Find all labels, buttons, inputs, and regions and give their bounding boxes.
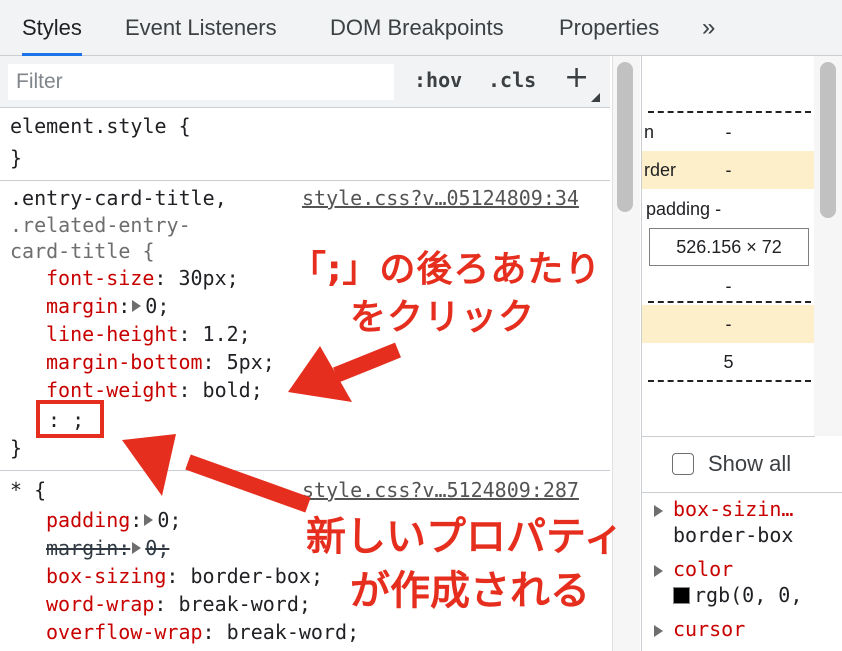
box-model-padding-row[interactable]: padding - [642, 190, 815, 228]
color-value: rgb(0, 0, [694, 583, 803, 607]
hov-toggle-button[interactable]: :hov [414, 68, 462, 92]
color-swatch-icon[interactable] [673, 587, 690, 604]
property-value[interactable]: border-box [191, 564, 311, 588]
computed-property-name[interactable]: cursor [673, 617, 745, 641]
expand-triangle-icon[interactable] [654, 505, 663, 517]
expand-triangle-icon[interactable] [132, 542, 142, 554]
property-value[interactable]: 0 [145, 536, 157, 560]
border-edge [648, 301, 811, 303]
box-model-content[interactable]: 526.156 × 72 [649, 228, 809, 266]
box-model-margin-row[interactable]: n - [642, 113, 815, 151]
show-all-checkbox[interactable] [672, 453, 694, 475]
box-model-border-bottom-row[interactable]: - [642, 305, 815, 343]
property-name[interactable]: font-size [46, 266, 154, 290]
declaration-line-height[interactable]: line-height: 1.2; [46, 320, 251, 348]
cls-toggle-button[interactable]: .cls [488, 68, 536, 92]
property-name[interactable]: box-sizing [46, 564, 166, 588]
box-model-padding-bottom-row[interactable]: - [642, 267, 815, 305]
margin-bottom-edge [648, 380, 811, 382]
property-name[interactable]: font-weight [46, 378, 178, 402]
padding-label: padding - [646, 199, 722, 219]
show-all-label: Show all [708, 451, 792, 476]
corner-triangle-icon [591, 93, 600, 102]
property-value[interactable]: 1.2 [203, 322, 239, 346]
box-model-margin-bottom-row[interactable]: 5 [642, 343, 815, 381]
expand-triangle-icon[interactable] [144, 514, 154, 526]
computed-property-value: rgb(0, 0, [673, 583, 802, 607]
property-value[interactable]: bold [203, 378, 251, 402]
computed-property-value: border-box [673, 523, 794, 547]
annotation-click-line1: 「;」の後ろあたり [290, 249, 602, 290]
filter-input[interactable] [8, 64, 394, 100]
property-name[interactable]: word-wrap [46, 592, 154, 616]
border-top-value[interactable]: - [642, 151, 815, 189]
property-name[interactable]: line-height [46, 322, 178, 346]
tab-properties[interactable]: Properties [559, 0, 659, 55]
rule-divider [0, 470, 610, 471]
expand-triangle-icon[interactable] [132, 300, 142, 312]
property-name[interactable]: margin [46, 294, 118, 318]
margin-bottom-value[interactable]: 5 [642, 343, 815, 381]
styles-toolbar: :hov .cls + [0, 56, 610, 108]
annotation-new-line2: が作成される [350, 568, 590, 614]
tab-event-listeners[interactable]: Event Listeners [125, 0, 277, 55]
declaration-padding[interactable]: padding: 0; [46, 506, 181, 534]
rule-selector[interactable]: .entry-card-title, [10, 184, 227, 212]
panel-tab-bar: Styles Event Listeners DOM Breakpoints P… [0, 0, 842, 56]
styles-scroll-thumb[interactable] [617, 62, 633, 212]
property-value[interactable]: 0 [145, 294, 157, 318]
expand-triangle-icon[interactable] [654, 625, 663, 637]
highlight-box [36, 400, 104, 438]
padding-bottom-value[interactable]: - [642, 267, 815, 305]
property-name[interactable]: overflow-wrap [46, 620, 203, 644]
property-name[interactable]: margin [46, 536, 118, 560]
margin-top-value[interactable]: - [642, 113, 815, 151]
property-name[interactable]: margin-bottom [46, 350, 203, 374]
expand-triangle-icon[interactable] [654, 565, 663, 577]
tab-dom-breakpoints[interactable]: DOM Breakpoints [330, 0, 504, 55]
box-model-border-row[interactable]: rder - [642, 151, 815, 189]
declaration-font-size[interactable]: font-size: 30px; [46, 264, 239, 292]
annotation-click-line2: をクリック [350, 297, 536, 338]
border-bottom-value[interactable]: - [642, 305, 815, 343]
more-tabs-icon[interactable]: » [702, 0, 715, 55]
tab-styles[interactable]: Styles [22, 0, 82, 56]
computed-property-name[interactable]: color [673, 557, 733, 581]
new-style-rule-button[interactable]: + [564, 60, 589, 95]
declaration-margin[interactable]: margin: 0; [46, 292, 169, 320]
property-value[interactable]: 30px [178, 266, 226, 290]
property-name[interactable]: padding [46, 508, 130, 532]
property-value[interactable]: 5px [227, 350, 263, 374]
rule-selector[interactable]: * { [10, 476, 46, 504]
source-link[interactable]: style.css?v…05124809:34 [302, 184, 579, 212]
computed-properties-list: box-sizin… border-box color rgb(0, 0, cu… [642, 492, 842, 651]
declaration-overflow-wrap[interactable]: overflow-wrap: break-word; [46, 618, 359, 646]
rule-selector[interactable]: .related-entry- [10, 211, 191, 239]
element-style-close[interactable]: } [10, 144, 22, 172]
element-style-selector[interactable]: element.style { [10, 112, 191, 140]
declaration-box-sizing[interactable]: box-sizing: border-box; [46, 562, 323, 590]
rule-divider [0, 180, 610, 181]
rule-selector[interactable]: card-title { [10, 237, 155, 265]
declaration-word-wrap[interactable]: word-wrap: break-word; [46, 590, 311, 618]
computed-scroll-thumb[interactable] [820, 62, 836, 218]
declaration-margin-bottom[interactable]: margin-bottom: 5px; [46, 348, 275, 376]
property-value[interactable]: break-word [227, 620, 347, 644]
declaration-margin-overridden[interactable]: margin: 0; [46, 534, 169, 562]
annotation-new-line1: 新しいプロパティ [306, 514, 624, 560]
property-value[interactable]: break-word [178, 592, 298, 616]
source-link[interactable]: style.css?v…5124809:287 [302, 476, 579, 504]
rule-close-brace[interactable]: } [10, 434, 22, 462]
show-all-toggle[interactable]: Show all [642, 436, 815, 492]
property-value[interactable]: 0 [157, 508, 169, 532]
computed-pane: n - rder - padding - 526.156 × 72 - - 5 … [641, 56, 842, 651]
computed-property-name[interactable]: box-sizin… [673, 497, 793, 521]
